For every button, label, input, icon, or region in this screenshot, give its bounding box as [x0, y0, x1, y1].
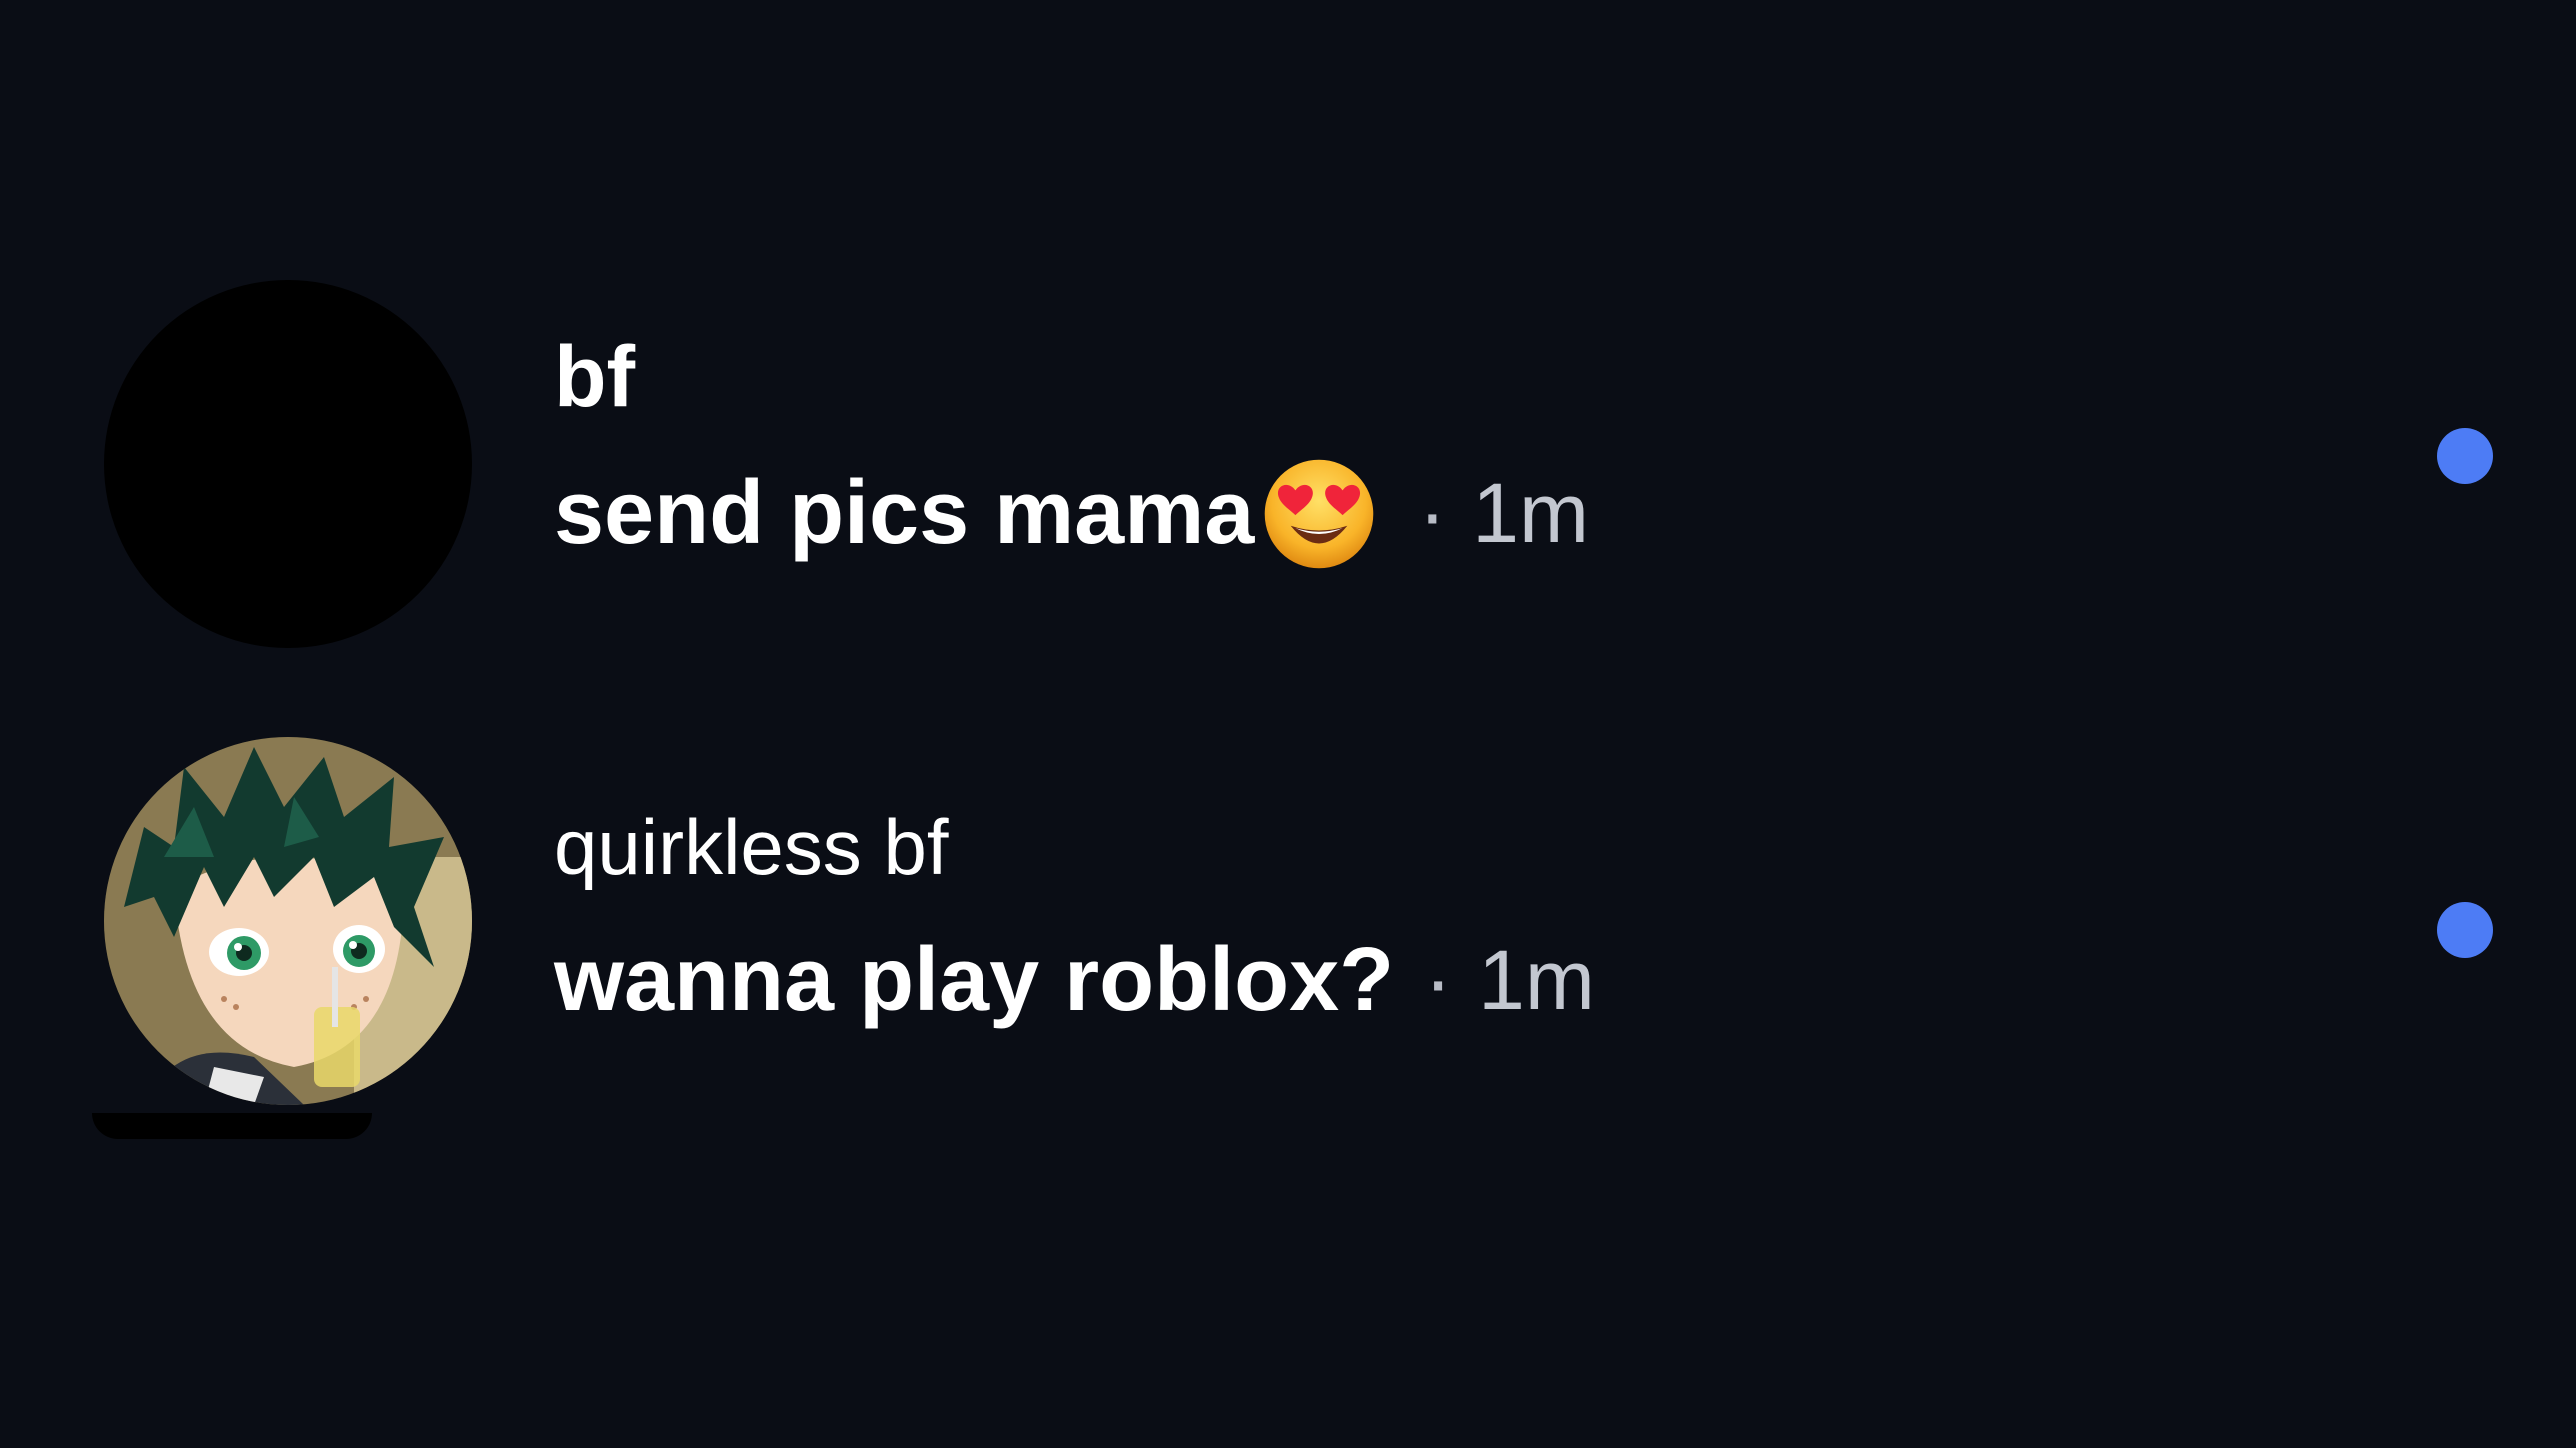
unread-indicator — [2437, 902, 2493, 958]
avatar[interactable] — [104, 280, 472, 648]
anime-character-avatar-icon — [104, 737, 472, 1105]
separator-dot: · — [1424, 932, 1453, 1027]
separator-dot: · — [1418, 466, 1447, 561]
timestamp: 1m — [1472, 466, 1589, 561]
message-text: wanna play roblox? — [554, 929, 1395, 1030]
thread-text: bf send pics mama · 1m — [554, 330, 1589, 573]
message-preview: wanna play roblox? · 1m — [554, 929, 1595, 1032]
message-preview: send pics mama · 1m — [554, 455, 1589, 573]
contact-name: bf — [554, 329, 636, 425]
thread-row-quirkless-bf[interactable]: quirkless bf wanna play roblox? · 1m — [0, 737, 2576, 1139]
message-inbox: bf send pics mama · 1m quirkless bf wann… — [0, 0, 2576, 1448]
avatar[interactable] — [104, 737, 472, 1105]
contact-name: quirkless bf — [554, 803, 949, 891]
heart-eyes-emoji-icon — [1265, 459, 1374, 568]
avatar-shadow — [92, 1113, 372, 1139]
timestamp: 1m — [1478, 932, 1595, 1027]
thread-text: quirkless bf wanna play roblox? · 1m — [554, 803, 1595, 1032]
message-text: send pics mama — [554, 463, 1255, 564]
unread-indicator — [2437, 428, 2493, 484]
thread-row-bf[interactable]: bf send pics mama · 1m — [0, 260, 2576, 660]
